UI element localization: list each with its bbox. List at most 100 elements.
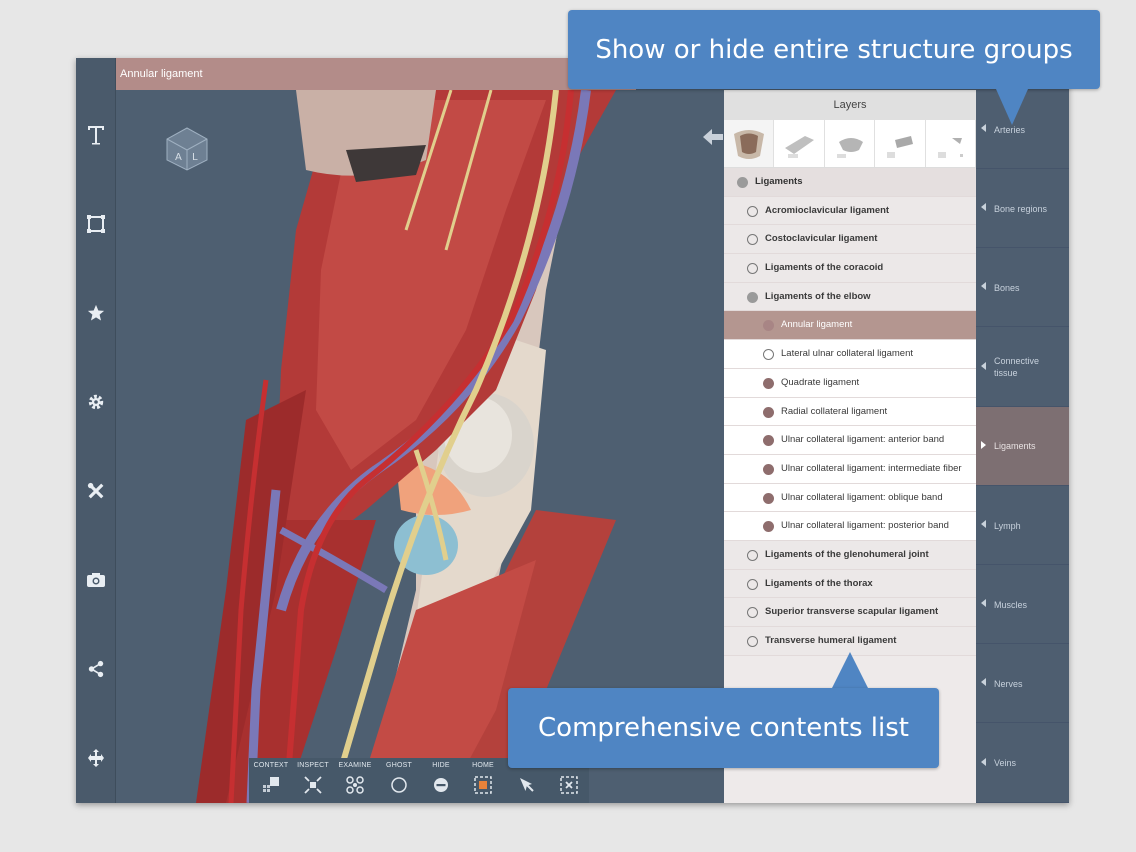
category-muscles[interactable]: Muscles xyxy=(976,565,1069,645)
category-bones[interactable]: Bones xyxy=(976,248,1069,328)
ghost-button[interactable]: GHOST xyxy=(377,758,421,803)
inspect-button[interactable]: INSPECT xyxy=(291,758,335,803)
wrench-cross-icon xyxy=(87,482,105,500)
settings-button[interactable] xyxy=(76,382,116,422)
visibility-dot-icon[interactable] xyxy=(763,463,774,475)
arrow-left-icon[interactable] xyxy=(702,128,724,146)
layer-row[interactable]: Annular ligament xyxy=(724,311,976,341)
svg-text:L: L xyxy=(192,152,198,163)
layer-row-label: Ligaments of the coracoid xyxy=(765,262,884,274)
visibility-dot-icon[interactable] xyxy=(763,521,774,533)
layer-row[interactable]: Ulnar collateral ligament: intermediate … xyxy=(724,454,976,484)
snapshot-button[interactable] xyxy=(76,560,116,600)
context-label: CONTEXT xyxy=(253,762,289,769)
visibility-dot-icon[interactable] xyxy=(747,205,758,217)
chevron-left-icon xyxy=(981,678,986,687)
layer-thumbnail[interactable] xyxy=(774,120,825,167)
contents-list: Ligaments Acromioclavicular ligament Costo… xyxy=(724,168,976,656)
layer-row[interactable]: Ulnar collateral ligament: posterior ban… xyxy=(724,512,976,541)
layer-group-row[interactable]: Ligaments xyxy=(724,168,976,197)
chevron-left-icon xyxy=(981,599,986,608)
layer-row[interactable]: Costoclavicular ligament xyxy=(724,225,976,255)
layer-row[interactable]: Superior transverse scapular ligament xyxy=(724,598,976,627)
context-icon xyxy=(262,776,280,794)
callout-contents-list: Comprehensive contents list xyxy=(508,688,939,768)
layer-row-label: Ligaments xyxy=(755,176,803,187)
structure-title-bar: Annular ligament xyxy=(116,58,636,90)
frame-tool-button[interactable] xyxy=(76,204,116,244)
layer-thumbnail[interactable] xyxy=(875,120,926,167)
layer-row-label: Transverse humeral ligament xyxy=(765,635,897,646)
examine-button[interactable]: EXAMINE xyxy=(333,758,377,803)
visibility-dot-icon[interactable] xyxy=(763,349,774,361)
home-icon xyxy=(474,776,492,794)
visibility-dot-icon[interactable] xyxy=(747,549,758,561)
share-icon xyxy=(87,660,105,678)
hide-button[interactable]: HIDE xyxy=(419,758,463,803)
visibility-dot-icon[interactable] xyxy=(747,263,758,275)
inspect-icon xyxy=(304,776,322,794)
camera-icon xyxy=(86,572,106,588)
layer-row[interactable]: Ulnar collateral ligament: anterior band xyxy=(724,426,976,455)
visibility-dot-icon[interactable] xyxy=(763,435,774,447)
history-nav xyxy=(702,128,724,146)
visibility-dot-icon[interactable] xyxy=(747,291,758,303)
layer-thumbnail[interactable] xyxy=(724,120,775,167)
layer-row[interactable]: Ligaments of the elbow xyxy=(724,282,976,312)
move-button[interactable] xyxy=(76,738,116,778)
chevron-left-icon xyxy=(981,361,986,370)
visibility-dot-icon[interactable] xyxy=(763,406,774,418)
layer-thumbnail[interactable] xyxy=(825,120,876,167)
category-connective-tissue[interactable]: Connective tissue xyxy=(976,328,1069,407)
favorites-button[interactable] xyxy=(76,293,116,333)
layer-row[interactable]: Lateral ulnar collateral ligament xyxy=(724,340,976,369)
move-arrows-icon xyxy=(86,748,106,768)
layer-row[interactable]: Acromioclavicular ligament xyxy=(724,196,976,226)
category-ligaments[interactable]: Ligaments xyxy=(976,406,1069,486)
share-button[interactable] xyxy=(76,649,116,689)
category-label: Muscles xyxy=(994,599,1028,610)
layer-row-label: Lateral ulnar collateral ligament xyxy=(781,348,914,360)
layer-row-label: Ligaments of the elbow xyxy=(765,290,871,302)
selected-structure-title: Annular ligament xyxy=(120,68,203,80)
category-lymph[interactable]: Lymph xyxy=(976,486,1069,565)
close-box-icon xyxy=(560,776,578,794)
layer-row-label: Superior transverse scapular ligament xyxy=(765,606,939,618)
layer-row-label: Ulnar collateral ligament: intermediate … xyxy=(781,462,962,474)
chevron-left-icon xyxy=(981,520,986,528)
visibility-dot-icon[interactable] xyxy=(747,636,758,647)
tools-button[interactable] xyxy=(76,471,116,511)
visibility-dot-icon[interactable] xyxy=(747,234,758,246)
visibility-dot-icon[interactable] xyxy=(747,578,758,590)
visibility-dot-icon[interactable] xyxy=(763,492,774,504)
context-button[interactable]: CONTEXT xyxy=(249,758,293,803)
layer-row[interactable]: Ligaments of the coracoid xyxy=(724,254,976,283)
layer-row[interactable]: Radial collateral ligament xyxy=(724,397,976,427)
view-cube-icon: A L xyxy=(166,127,208,171)
pointer-icon xyxy=(518,776,536,794)
visibility-dot-icon[interactable] xyxy=(763,320,774,332)
layer-row[interactable]: Ulnar collateral ligament: oblique band xyxy=(724,483,976,513)
category-bone-regions[interactable]: Bone regions xyxy=(976,169,1069,249)
category-strip: Arteries Bone regions Bones Connective tiss… xyxy=(976,90,1069,803)
category-label: Veins xyxy=(994,758,1017,769)
chevron-left-icon xyxy=(981,203,986,212)
view-cube[interactable]: A L xyxy=(164,126,210,172)
layer-row[interactable]: Ligaments of the thorax xyxy=(724,569,976,599)
visibility-dot-icon[interactable] xyxy=(763,377,774,389)
category-veins[interactable]: Veins xyxy=(976,724,1069,803)
layer-thumbnail[interactable] xyxy=(926,120,977,167)
ghost-circle-icon xyxy=(390,776,408,794)
text-tool-button[interactable] xyxy=(76,115,116,155)
examine-icon xyxy=(346,776,364,794)
home-button[interactable]: HOME xyxy=(461,758,505,803)
svg-text:A: A xyxy=(175,152,182,163)
category-nerves[interactable]: Nerves xyxy=(976,644,1069,724)
layer-row-label: Ulnar collateral ligament: posterior ban… xyxy=(781,520,949,532)
category-label: Connective tissue xyxy=(994,356,1040,379)
visibility-dot-icon[interactable] xyxy=(747,607,758,619)
layer-row[interactable]: Quadrate ligament xyxy=(724,368,976,398)
visibility-dot-icon[interactable] xyxy=(737,177,748,188)
callout-top-text: Show or hide entire structure groups xyxy=(595,34,1073,65)
layer-row[interactable]: Ligaments of the glenohumeral joint xyxy=(724,540,976,570)
